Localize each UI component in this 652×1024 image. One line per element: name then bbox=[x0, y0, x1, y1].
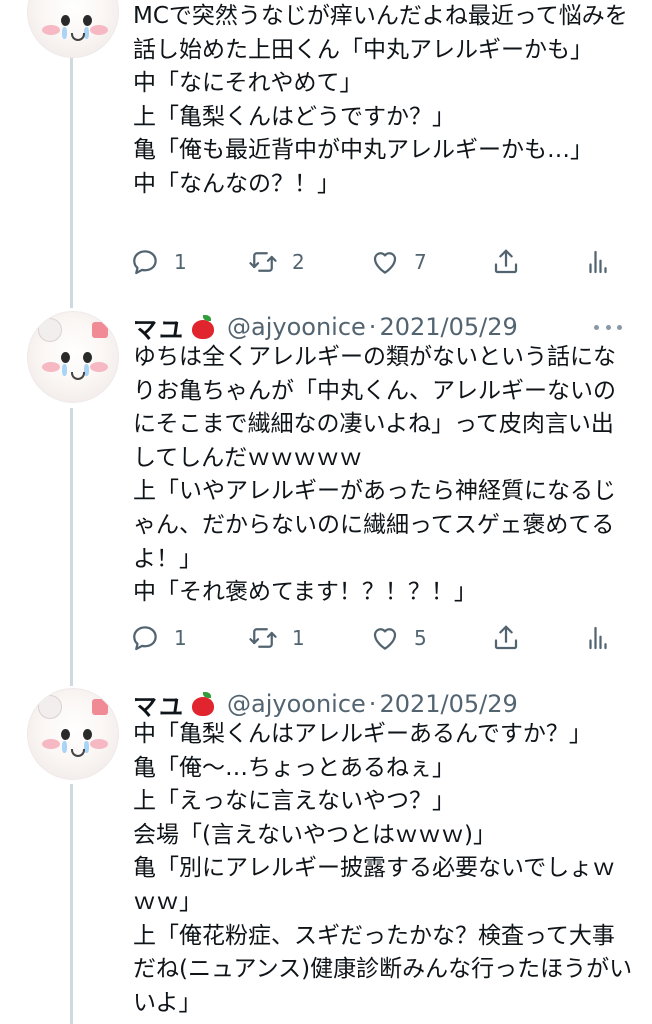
more-icon[interactable] bbox=[594, 312, 622, 342]
user-handle[interactable]: @ajyoonice bbox=[227, 690, 366, 718]
share-icon bbox=[494, 625, 518, 650]
reply-button[interactable]: 1 bbox=[130, 618, 187, 658]
like-count: 5 bbox=[414, 626, 427, 650]
user-handle[interactable]: @ajyoonice bbox=[227, 313, 366, 341]
reply-icon bbox=[133, 626, 157, 651]
retweet-count: 2 bbox=[292, 250, 305, 274]
red-apple-icon bbox=[191, 315, 215, 339]
retweet-icon bbox=[249, 628, 277, 648]
display-name[interactable]: マユ bbox=[133, 687, 185, 722]
tweet-date[interactable]: 2021/05/29 bbox=[379, 690, 517, 718]
display-name[interactable]: マユ bbox=[133, 310, 185, 345]
red-apple-icon bbox=[191, 692, 215, 716]
avatar[interactable] bbox=[27, 311, 119, 403]
heart-icon bbox=[373, 628, 397, 650]
share-button[interactable] bbox=[491, 618, 521, 658]
share-button[interactable] bbox=[491, 242, 521, 282]
analytics-icon bbox=[589, 626, 607, 650]
like-button[interactable]: 5 bbox=[370, 618, 427, 658]
thread-line bbox=[70, 408, 73, 686]
retweet-icon bbox=[249, 252, 277, 272]
analytics-button[interactable] bbox=[583, 242, 613, 282]
tweet-actions: 1 2 7 bbox=[130, 242, 620, 282]
reply-icon bbox=[133, 250, 157, 275]
tweet-header: マユ @ajyoonice · 2021/05/29 bbox=[133, 686, 518, 722]
tweet-text: 中「亀梨くんはアレルギーあるんですか？」 亀「俺〜…ちょっとあるねぇ」 上「えっ… bbox=[133, 721, 633, 1016]
like-count: 7 bbox=[414, 250, 427, 274]
avatar[interactable] bbox=[27, 0, 119, 58]
separator-dot: · bbox=[368, 313, 377, 341]
like-button[interactable]: 7 bbox=[370, 242, 427, 282]
reply-count: 1 bbox=[174, 626, 187, 650]
avatar[interactable] bbox=[27, 688, 119, 780]
tweet-date[interactable]: 2021/05/29 bbox=[379, 313, 517, 341]
tweet-actions: 1 1 5 bbox=[130, 618, 620, 658]
thread-line bbox=[70, 784, 73, 1024]
retweet-button[interactable]: 1 bbox=[248, 618, 305, 658]
retweet-count: 1 bbox=[292, 626, 305, 650]
reply-button[interactable]: 1 bbox=[130, 242, 187, 282]
tweet-text: ゆちは全くアレルギーの類がないという話になりお亀ちゃんが「中丸くん、アレルギーな… bbox=[133, 344, 616, 606]
separator-dot: · bbox=[368, 690, 377, 718]
tweet-text: MCで突然うなじが痒いんだよね最近って悩みを話し始めた上田くん「中丸アレルギーか… bbox=[133, 3, 628, 197]
analytics-button[interactable] bbox=[583, 618, 613, 658]
heart-icon bbox=[373, 252, 397, 274]
analytics-icon bbox=[589, 250, 607, 274]
tweet-header: マユ @ajyoonice · 2021/05/29 bbox=[133, 309, 518, 345]
reply-count: 1 bbox=[174, 250, 187, 274]
retweet-button[interactable]: 2 bbox=[248, 242, 305, 282]
share-icon bbox=[494, 249, 518, 274]
